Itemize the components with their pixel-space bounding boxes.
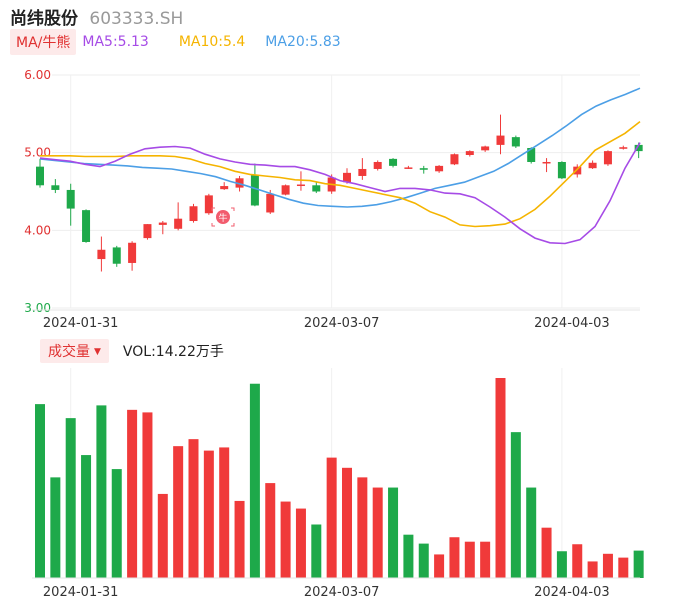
volume-bar <box>249 383 260 578</box>
candle-body <box>573 166 582 175</box>
volume-bar <box>111 469 122 578</box>
candle-body <box>189 206 198 222</box>
volume-bar <box>587 561 598 578</box>
candle-body <box>250 175 259 206</box>
candle-body <box>496 135 505 145</box>
price-date-label: 2024-01-31 <box>43 316 119 331</box>
volume-bar <box>480 541 491 578</box>
volume-bar <box>633 550 644 578</box>
candle-body <box>51 185 60 190</box>
volume-bar <box>449 537 460 578</box>
volume-bar <box>464 541 475 578</box>
volume-bar <box>203 450 214 578</box>
candle-body <box>511 137 520 147</box>
volume-date-label: 2024-03-07 <box>304 585 380 600</box>
candle-body <box>557 161 566 179</box>
price-tick-label: 3.00 <box>24 301 51 315</box>
candle-body <box>82 210 91 242</box>
candle-body <box>296 184 305 187</box>
candle-body <box>143 224 152 239</box>
bull-badge-label: 牛 <box>218 212 227 224</box>
candle-body <box>542 161 551 164</box>
volume-bar <box>572 544 583 578</box>
candle-body <box>588 162 597 169</box>
candle-body <box>266 193 275 213</box>
volume-bar <box>311 524 322 578</box>
volume-bar <box>81 455 92 578</box>
volume-bar <box>234 500 245 578</box>
volume-bar <box>602 553 613 578</box>
price-tick-label: 4.00 <box>24 223 51 237</box>
candle-body <box>112 247 121 264</box>
volume-bar <box>434 554 445 578</box>
candle-body <box>36 166 44 186</box>
volume-date-label: 2024-01-31 <box>43 585 119 600</box>
ma20-line <box>39 87 641 208</box>
volume-bar <box>495 378 506 578</box>
volume-bar <box>142 412 153 578</box>
candle-body <box>158 222 167 225</box>
candle-body <box>128 242 137 263</box>
volume-bar <box>372 487 383 578</box>
candle-body <box>66 189 75 209</box>
candle-body <box>481 146 490 151</box>
price-tick-label: 5.00 <box>24 146 51 160</box>
volume-bar <box>280 501 291 578</box>
candle-body <box>312 185 321 192</box>
volume-bar <box>265 483 276 578</box>
candle-body <box>619 147 628 149</box>
candle-body <box>404 167 413 169</box>
candle-body <box>358 168 367 176</box>
volume-bar <box>157 493 168 578</box>
candle-body <box>97 249 106 260</box>
volume-bar <box>618 557 629 578</box>
price-tick-label: 6.00 <box>24 68 51 82</box>
volume-bar <box>127 409 138 578</box>
volume-bar <box>510 432 521 578</box>
candle-body <box>220 186 229 190</box>
candle-body <box>465 151 474 155</box>
stock-chart: 6.00 5.00 4.00 3.00 牛 2024-01-31 2024-03-07 202… <box>24 68 644 600</box>
candle-body <box>281 185 290 195</box>
volume-bar <box>541 527 552 578</box>
volume-bar <box>188 439 199 578</box>
candle-body <box>174 218 183 229</box>
volume-bar <box>295 508 306 578</box>
volume-bar <box>342 467 352 578</box>
volume-bar <box>219 447 230 578</box>
candle-body <box>435 165 444 172</box>
volume-bar <box>326 457 337 578</box>
volume-date-label: 2024-04-03 <box>534 585 610 600</box>
candle-body <box>389 158 398 166</box>
candle-body <box>373 161 382 169</box>
volume-bar <box>65 418 76 578</box>
volume-bar <box>418 543 429 578</box>
volume-bar <box>556 551 567 578</box>
ma5-line <box>39 142 641 245</box>
volume-bar <box>35 404 45 578</box>
candle-body <box>419 168 428 170</box>
volume-bar <box>403 534 414 578</box>
volume-bar <box>357 477 368 578</box>
volume-bar <box>388 487 399 578</box>
volume-bar <box>50 477 61 578</box>
candle-body <box>450 154 459 165</box>
volume-bar <box>96 405 107 578</box>
price-date-label: 2024-04-03 <box>534 316 610 331</box>
volume-bar <box>526 487 537 578</box>
volume-bar <box>173 446 184 578</box>
candle-body <box>603 151 612 165</box>
price-date-label: 2024-03-07 <box>304 316 380 331</box>
